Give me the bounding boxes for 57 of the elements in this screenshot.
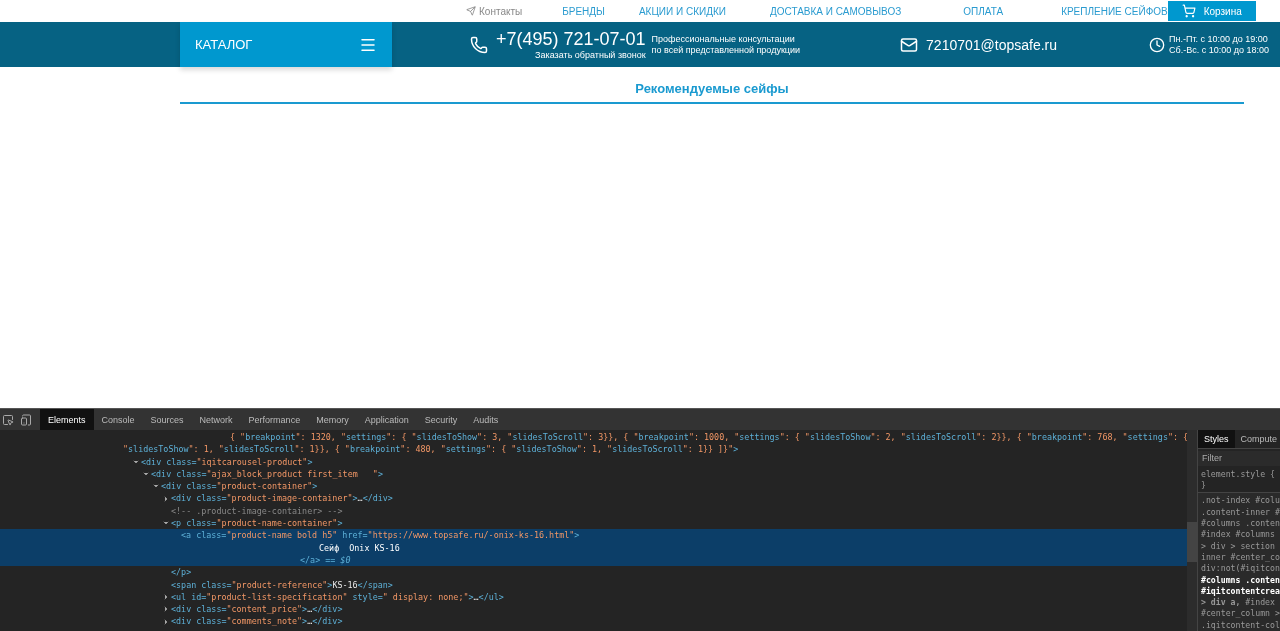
scrollbar[interactable] xyxy=(1187,430,1197,631)
css-selector: #index #columns xyxy=(1200,529,1276,541)
devtools-tab[interactable]: Memory xyxy=(308,409,357,430)
code-line[interactable]: <div class="iqitcarousel-product"> xyxy=(141,455,313,468)
devtools-tab[interactable]: Application xyxy=(356,409,417,430)
cart-icon xyxy=(1181,4,1196,18)
devtools-tab[interactable]: Elements xyxy=(40,409,94,430)
css-selector: > div a, #index xyxy=(1200,597,1276,609)
email-link[interactable]: 7210701@topsafe.ru xyxy=(926,36,1058,53)
hours-text: Пн.-Пт. с 10:00 до 19:00 xyxy=(1169,33,1269,45)
css-line: element.style { xyxy=(1200,468,1276,481)
code-line: </p> xyxy=(171,566,192,579)
devtools-tab[interactable]: Console xyxy=(93,409,143,430)
phone-icon xyxy=(470,35,488,54)
code-line[interactable]: <div class="product-image-container">…</div> xyxy=(171,492,393,505)
devtools-tab[interactable]: Sources xyxy=(142,409,192,430)
code-line[interactable]: <p class="product-name-container"> xyxy=(171,517,343,530)
css-selector: #iqitcontentcrea xyxy=(1200,585,1280,597)
consult-text: Профессиональные консультации xyxy=(651,33,796,45)
code-line[interactable]: <div class="content_price">…</div> xyxy=(171,603,343,616)
styles-tab[interactable]: Compute xyxy=(1234,430,1280,448)
paper-plane-icon xyxy=(466,6,476,16)
css-selector: #columns .conten xyxy=(1200,518,1280,530)
code-line: </a> == $0 xyxy=(300,553,351,567)
section-title: Рекомендуемые сейфы xyxy=(635,81,789,96)
css-selector: .not-index #colu xyxy=(1200,495,1280,507)
css-selector: #center_column > xyxy=(1200,608,1280,620)
devtools-tab[interactable]: Network xyxy=(191,409,241,430)
callback-link[interactable]: Заказать обратный звонок xyxy=(535,49,646,61)
styles-tab[interactable]: Styles xyxy=(1198,430,1235,448)
consult-text: по всей представленной продукции xyxy=(651,44,801,56)
css-line: } xyxy=(1200,480,1207,492)
css-selector: > div > section xyxy=(1200,540,1276,552)
nav-link[interactable]: Контакты xyxy=(466,5,523,17)
css-selector: .content-inner # xyxy=(1200,506,1280,519)
code-line[interactable]: <!-- .product-image-container> --> xyxy=(171,504,343,518)
css-selector: #columns .conten xyxy=(1200,574,1280,586)
devtools-tab[interactable]: Performance xyxy=(240,409,309,430)
css-selector: div:not(#iqitcon xyxy=(1200,563,1280,575)
filter-field[interactable]: Filter xyxy=(1198,450,1280,466)
code-line: Сейф Onix KS-16 xyxy=(319,541,400,554)
css-selector: .iqitcontent-col xyxy=(1200,619,1280,631)
mail-icon xyxy=(900,35,919,54)
css-selector: inner #center_co xyxy=(1200,551,1280,564)
code-line[interactable]: <div class="ajax_block_product first_item "> xyxy=(151,467,383,481)
devtools-tab[interactable]: Audits xyxy=(465,409,507,430)
clock-icon xyxy=(1149,36,1166,53)
code-line[interactable]: <span class="product-reference">KS-16</span> xyxy=(171,578,393,591)
phone-number[interactable]: +7(495) 721-07-01 xyxy=(496,28,646,50)
code-line[interactable]: <a class="product-name bold h5" href="https://www.topsafe.ru/-onix-ks-16.html"> xyxy=(181,529,580,542)
code-line[interactable]: <div class="product-container"> xyxy=(161,480,318,493)
code-line[interactable]: <div class="comments_note">…</div> xyxy=(171,615,343,628)
hours-text: Сб.-Вс. с 10:00 до 18:00 xyxy=(1169,44,1269,56)
code-line: { "breakpoint": 1320, "settings": { "slidesToShow": 3, "slidesToScroll": 3}}, { "breakpoint": 1000, "settings": { "slidesToShow": 2, "slidesToScroll": 2}}, { "breakpoint": 768, "settings": { xyxy=(230,431,1187,444)
code-line: "slidesToShow": 1, "slidesToScroll": 1}}, { "breakpoint": 480, "settings": { "slidesToShow": 1, "slidesToScroll": 1}} ]}"> xyxy=(123,443,739,456)
code-line[interactable]: <ul id="product-list-specification" style=" display: none;">…</ul> xyxy=(171,590,504,604)
devtools-tab[interactable]: Security xyxy=(416,409,466,430)
